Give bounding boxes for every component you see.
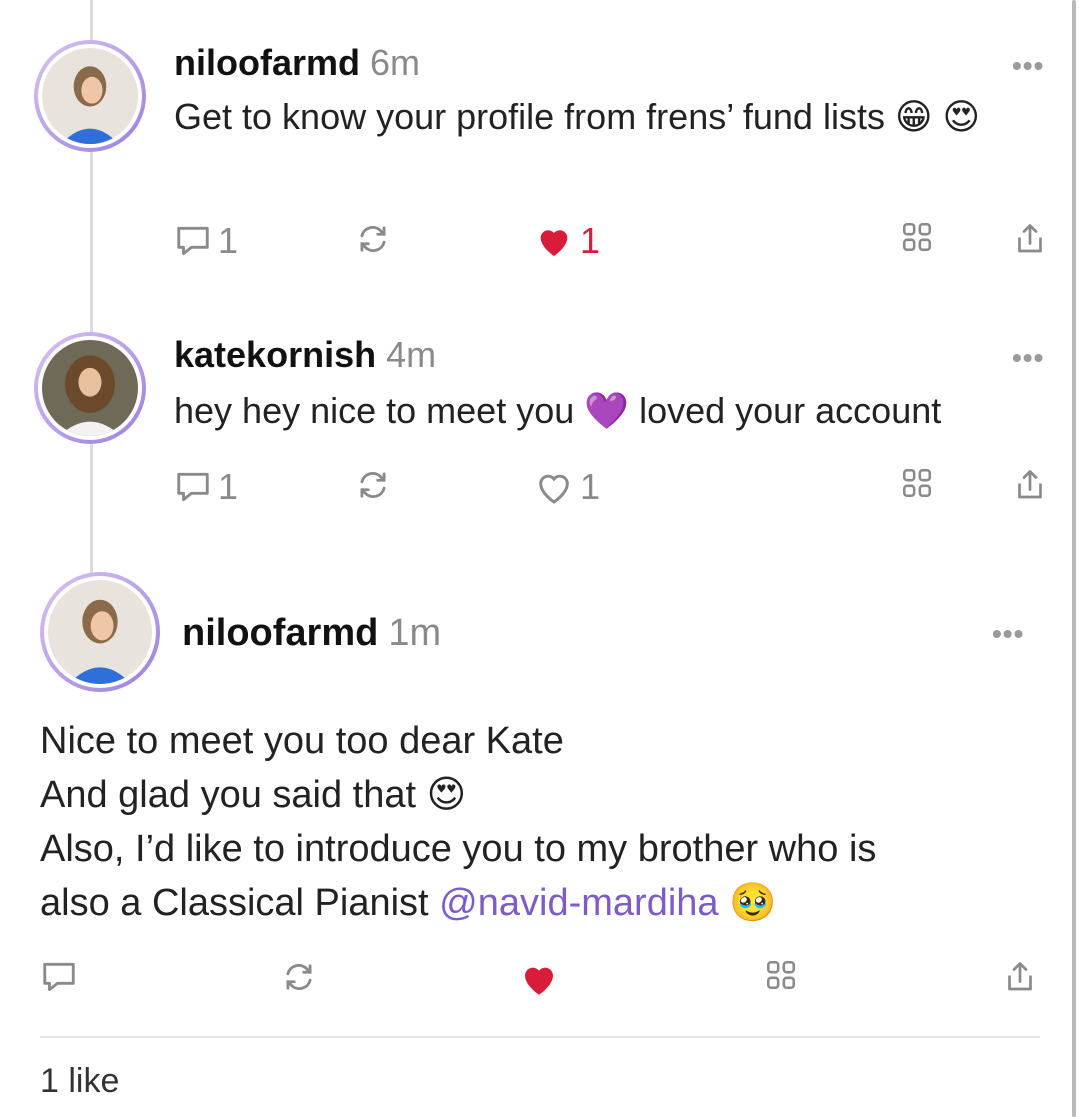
post-text: hey hey nice to meet you 💜 loved your ac… [174, 390, 942, 431]
more-icon[interactable]: ••• [1012, 342, 1044, 374]
username[interactable]: katekornish [174, 334, 376, 375]
reply-button[interactable]: 1 [174, 220, 238, 262]
tip-button[interactable] [900, 466, 934, 500]
post-text: Nice to meet you too dear Kate And glad … [40, 714, 1040, 930]
tip-button[interactable] [764, 958, 798, 992]
comment-icon [177, 472, 209, 502]
avatar[interactable] [34, 40, 146, 152]
more-icon[interactable]: ••• [1012, 50, 1044, 82]
post-header: niloofarmd 1m [182, 612, 441, 655]
post-header: katekornish 4m [174, 334, 436, 376]
avatar-image [42, 48, 138, 144]
post-text-line: also a Classical Pianist @navid-mardiha … [40, 876, 1040, 930]
divider [40, 1036, 1040, 1038]
comment-icon [43, 962, 75, 992]
timestamp: 6m [370, 42, 421, 83]
grid-icon [766, 960, 796, 990]
like-button[interactable]: 1 [534, 220, 600, 262]
grid-icon [902, 222, 932, 252]
grid-icon [902, 468, 932, 498]
post-text-line: And glad you said that 😍 [40, 774, 467, 816]
heart-icon [540, 230, 568, 256]
avatar-image [42, 340, 138, 436]
post-text-fragment: also a Classical Pianist [40, 882, 429, 924]
post-text-line: Also, I’d like to introduce you to my br… [40, 828, 877, 870]
share-button[interactable] [1012, 466, 1048, 504]
more-icon[interactable]: ••• [992, 618, 1024, 650]
post-actions [40, 958, 1040, 1008]
mention-link[interactable]: @navid-mardiha [439, 882, 718, 924]
heart-icon [539, 474, 569, 504]
share-icon [1018, 470, 1042, 499]
post-actions: 1 1 [174, 220, 1054, 270]
timestamp: 1m [388, 612, 442, 654]
like-button[interactable]: 1 [534, 466, 600, 508]
username[interactable]: niloofarmd [174, 42, 360, 83]
share-button[interactable] [1002, 958, 1038, 996]
scrollbar[interactable] [1072, 0, 1076, 1117]
post-header: niloofarmd 6m [174, 42, 420, 84]
share-button[interactable] [1012, 220, 1048, 258]
share-icon [1008, 962, 1032, 991]
avatar-image [48, 580, 152, 684]
reply-button[interactable]: 1 [174, 466, 238, 508]
likes-summary[interactable]: 1 like [40, 1062, 119, 1101]
avatar[interactable] [34, 332, 146, 444]
post-text-line: Nice to meet you too dear Kate [40, 720, 564, 762]
username[interactable]: niloofarmd [182, 612, 378, 654]
reply-count: 1 [218, 466, 239, 507]
reply-button[interactable] [40, 958, 78, 996]
avatar[interactable] [40, 572, 160, 692]
repost-icon [286, 964, 312, 990]
like-count: 1 [580, 220, 601, 261]
emoji: 🥹 [729, 882, 777, 924]
share-icon [1018, 224, 1042, 253]
post-text: Get to know your profile from frens’ fun… [174, 96, 981, 137]
like-count: 1 [580, 466, 601, 507]
repost-icon [360, 226, 386, 252]
heart-icon [525, 967, 553, 995]
post-actions: 1 1 [174, 466, 1054, 516]
comment-icon [177, 226, 209, 256]
like-button[interactable] [518, 958, 560, 1000]
tip-button[interactable] [900, 220, 934, 254]
repost-button[interactable] [280, 958, 318, 996]
timestamp: 4m [386, 334, 437, 375]
reply-count: 1 [218, 220, 239, 261]
repost-button[interactable] [354, 220, 392, 258]
repost-icon [360, 472, 386, 498]
repost-button[interactable] [354, 466, 392, 504]
